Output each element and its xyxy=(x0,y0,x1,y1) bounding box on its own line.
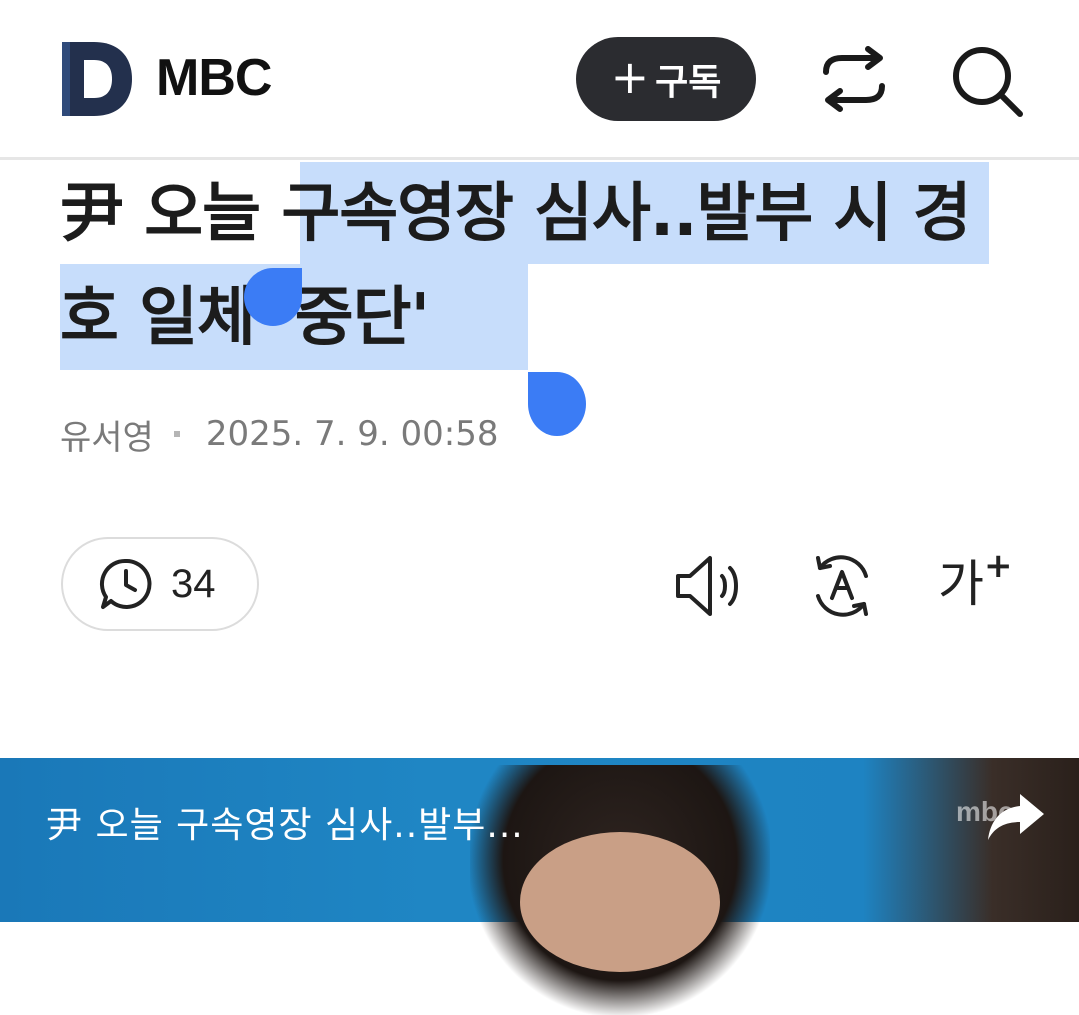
comments-button[interactable]: 34 xyxy=(61,537,259,631)
speaker-icon[interactable] xyxy=(674,550,746,622)
share-icon[interactable] xyxy=(818,46,890,112)
translate-icon[interactable] xyxy=(806,550,878,622)
plus-icon: + xyxy=(610,50,650,104)
selection-end-handle[interactable] xyxy=(528,372,586,436)
author-name[interactable]: 유서영 xyxy=(60,410,154,459)
font-size-label: 가 xyxy=(938,555,984,613)
video-thumbnail-face xyxy=(520,832,720,972)
video-title[interactable]: 尹 오늘 구속영장 심사..발부... xyxy=(46,796,524,848)
top-bar: MBC + 구독 xyxy=(0,0,1079,160)
comment-count: 34 xyxy=(171,561,216,606)
font-size-button[interactable]: 가 + xyxy=(938,546,1013,620)
article-headline[interactable]: 尹 오늘 구속영장 심사..발부 시 경호 일체 '중단' xyxy=(60,162,1000,370)
subscribe-label: 구독 xyxy=(655,62,722,103)
separator-dot xyxy=(173,431,180,437)
selection-start-handle[interactable] xyxy=(244,268,302,326)
brand-name[interactable]: MBC xyxy=(156,48,272,108)
publish-datetime: 2025. 7. 9. 00:58 xyxy=(205,414,499,454)
daum-logo-icon[interactable] xyxy=(62,42,132,116)
article-meta: 유서영 2025. 7. 9. 00:58 xyxy=(60,410,499,459)
plus-icon: + xyxy=(984,546,1013,586)
share-arrow-icon[interactable] xyxy=(986,792,1046,844)
comment-clock-icon xyxy=(100,558,152,609)
search-icon[interactable] xyxy=(950,44,1024,118)
subscribe-button[interactable]: + 구독 xyxy=(576,37,756,121)
